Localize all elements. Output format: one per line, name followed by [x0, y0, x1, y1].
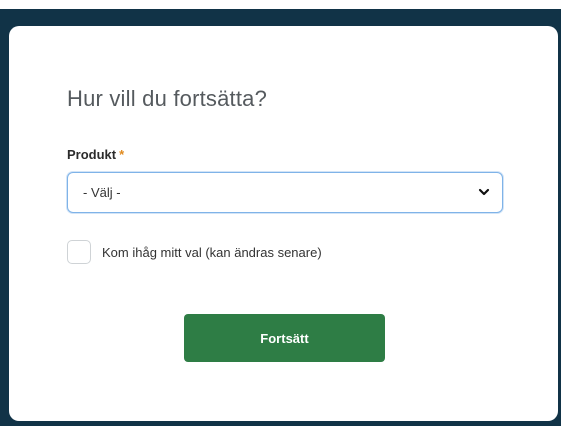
remember-choice-label: Kom ihåg mitt val (kan ändras senare) — [102, 244, 322, 260]
choice-dialog: Hur vill du fortsätta? Produkt * - Välj -… — [9, 26, 558, 421]
required-marker: * — [119, 147, 125, 162]
continue-button[interactable]: Fortsätt — [184, 314, 385, 362]
product-select[interactable]: - Välj - — [67, 172, 503, 213]
product-label-text: Produkt — [67, 147, 117, 162]
dialog-title: Hur vill du fortsätta? — [67, 86, 268, 111]
remember-choice-checkbox[interactable] — [67, 240, 91, 264]
product-select-value: - Välj - — [83, 185, 121, 200]
chevron-down-icon — [478, 188, 490, 196]
remember-choice-row[interactable]: Kom ihåg mitt val (kan ändras senare) — [67, 238, 322, 266]
product-field-label: Produkt * — [67, 147, 124, 162]
